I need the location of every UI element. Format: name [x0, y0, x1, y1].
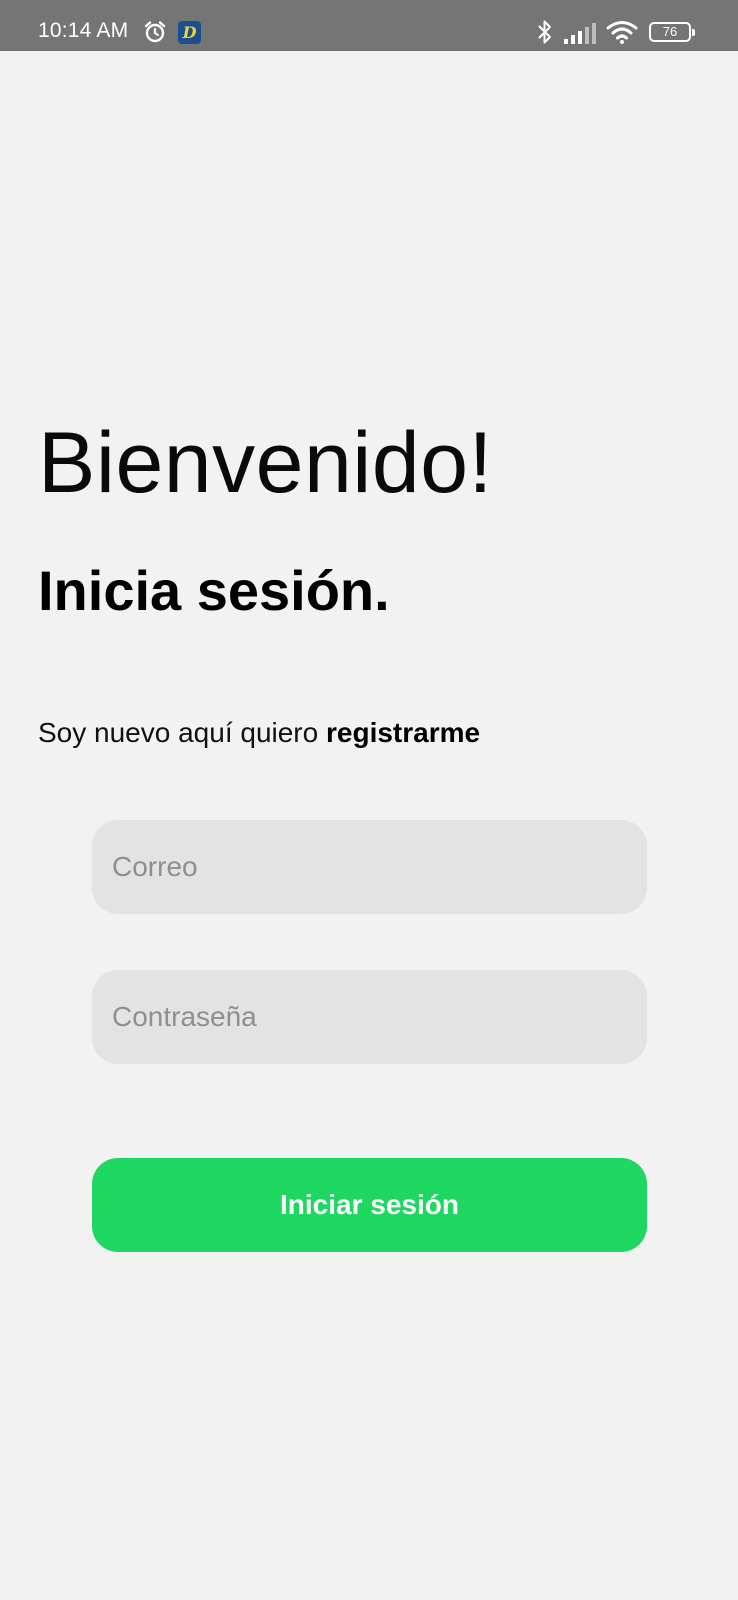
email-field[interactable] — [92, 820, 647, 914]
register-link[interactable]: registrarme — [326, 717, 480, 748]
welcome-title: Bienvenido! — [38, 415, 493, 511]
app-notification-icon: D — [178, 21, 201, 44]
wifi-icon — [606, 20, 638, 49]
register-prompt: Soy nuevo aquí quiero registrarme — [38, 717, 480, 749]
status-bar: 10:14 AM D 76 — [0, 0, 738, 51]
login-button[interactable]: Iniciar sesión — [92, 1158, 647, 1252]
register-prompt-text: Soy nuevo aquí quiero — [38, 717, 319, 748]
login-subtitle: Inicia sesión. — [38, 559, 390, 622]
battery-icon: 76 — [649, 22, 695, 42]
password-field[interactable] — [92, 970, 647, 1064]
battery-level: 76 — [662, 24, 678, 39]
status-time: 10:14 AM — [38, 19, 129, 42]
bluetooth-icon — [537, 19, 553, 50]
signal-icon — [564, 22, 598, 49]
alarm-icon — [143, 20, 167, 49]
